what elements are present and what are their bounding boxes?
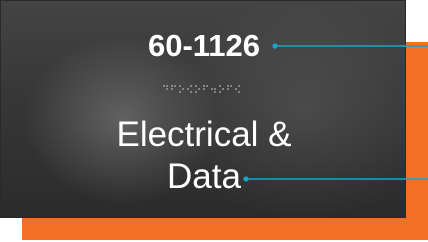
sign-label-line2: Data — [167, 157, 241, 196]
room-number: 60-1126 — [147, 28, 261, 63]
sign-label-line1: Electrical & — [116, 115, 292, 154]
sign-face-plate: 60-1126 Electrical & Data — [0, 0, 406, 218]
braille-dots-icon — [163, 85, 240, 93]
sign-label: Electrical & Data — [71, 114, 337, 198]
